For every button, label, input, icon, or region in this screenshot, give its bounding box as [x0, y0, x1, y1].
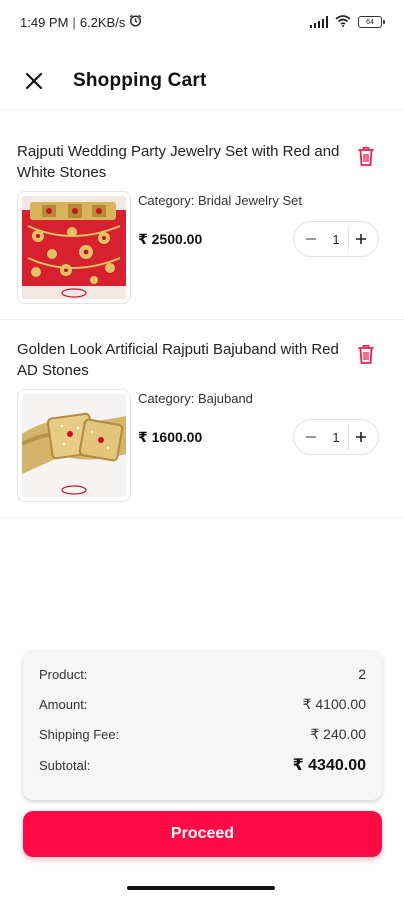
signal-icon	[309, 16, 328, 28]
cart-item: Golden Look Artificial Rajputi Bajuband …	[0, 322, 404, 518]
product-image[interactable]	[17, 389, 131, 502]
summary-shipping-row: Shipping Fee: ₹ 240.00	[39, 724, 366, 744]
summary-subtotal-row: Subtotal: ₹ 4340.00	[39, 755, 366, 775]
home-indicator	[127, 886, 275, 890]
item-price: ₹ 2500.00	[138, 231, 203, 247]
summary-shipping-value: ₹ 240.00	[310, 725, 366, 742]
plus-icon[interactable]	[347, 424, 374, 450]
page-title: Shopping Cart	[73, 69, 207, 91]
bajuband-picture	[22, 394, 126, 497]
app-bar: Shopping Cart	[0, 52, 404, 110]
delete-icon[interactable]	[356, 145, 376, 167]
summary-subtotal-value: ₹ 4340.00	[292, 757, 366, 774]
quantity-value: 1	[332, 429, 340, 445]
summary-shipping-label: Shipping Fee:	[39, 726, 120, 742]
minus-icon[interactable]	[298, 424, 324, 450]
summary-amount-row: Amount: ₹ 4100.00	[39, 694, 366, 714]
close-icon[interactable]	[22, 69, 46, 93]
summary-product-row: Product: 2	[39, 664, 366, 684]
item-title: Rajputi Wedding Party Jewelry Set with R…	[17, 143, 340, 181]
quantity-stepper: 1	[293, 221, 379, 257]
summary-product-label: Product:	[39, 666, 88, 682]
status-right: 64	[309, 14, 385, 30]
alarm-icon	[129, 14, 142, 30]
delete-icon[interactable]	[356, 343, 376, 365]
item-title: Golden Look Artificial Rajputi Bajuband …	[17, 341, 339, 379]
product-image[interactable]	[17, 191, 131, 304]
quantity-value: 1	[332, 231, 340, 247]
quantity-stepper: 1	[293, 419, 379, 455]
status-bar: 1:49 PM | 6.2KB/s 64	[0, 0, 404, 44]
minus-icon[interactable]	[298, 226, 324, 252]
item-price: ₹ 1600.00	[138, 429, 203, 445]
summary-amount-label: Amount:	[39, 696, 88, 712]
cart-item: Rajputi Wedding Party Jewelry Set with R…	[0, 124, 404, 320]
order-summary: Product: 2 Amount: ₹ 4100.00 Shipping Fe…	[23, 650, 382, 800]
battery-icon: 64	[358, 16, 385, 28]
summary-subtotal-label: Subtotal:	[39, 757, 91, 773]
summary-product-value: 2	[358, 666, 366, 682]
jewelry-set-picture	[22, 196, 126, 299]
status-divider: |	[72, 14, 76, 30]
item-category: Category: Bridal Jewelry Set	[138, 193, 303, 208]
proceed-button[interactable]: Proceed	[23, 811, 382, 857]
wifi-icon	[335, 14, 351, 30]
item-category: Category: Bajuband	[138, 391, 253, 406]
summary-amount-value: ₹ 4100.00	[302, 695, 366, 712]
status-time: 1:49 PM	[20, 14, 69, 30]
plus-icon[interactable]	[347, 226, 374, 252]
status-speed: 6.2KB/s	[79, 14, 126, 30]
status-left: 1:49 PM | 6.2KB/s	[20, 14, 142, 30]
